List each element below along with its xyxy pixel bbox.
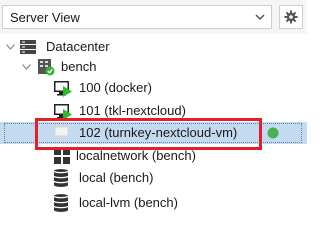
tag-dot-icon: [267, 127, 279, 139]
tree-item-storage-local-lvm[interactable]: local-lvm (bench): [0, 192, 307, 214]
tree-item-label: localnetwork (bench): [76, 148, 196, 163]
tree-item-label: 101 (tkl-nextcloud): [79, 103, 186, 118]
tree-settings-button[interactable]: [279, 5, 303, 29]
node-online-icon: [38, 59, 55, 76]
vm-running-icon: [54, 81, 72, 97]
chevron-down-icon[interactable]: [249, 6, 271, 28]
tree-item-vm-100[interactable]: 100 (docker): [0, 77, 307, 99]
expand-toggle-icon[interactable]: [22, 64, 31, 70]
tree-item-label: 100 (docker): [79, 80, 152, 95]
tree-item-label: bench: [61, 59, 97, 74]
tree-item-label: local (bench): [79, 170, 154, 185]
tree-item-label: Datacenter: [46, 39, 110, 54]
storage-icon: [53, 169, 69, 187]
tree-item-label: local-lvm (bench): [79, 195, 178, 210]
tree-item-datacenter[interactable]: Datacenter: [0, 36, 307, 58]
storage-icon: [53, 194, 69, 212]
datacenter-icon: [20, 40, 36, 54]
gear-icon: [284, 10, 298, 24]
tree-item-node-bench[interactable]: bench: [0, 56, 307, 78]
resource-tree-toolbar: Server View: [0, 0, 307, 34]
view-selector-value: Server View: [10, 10, 80, 25]
expand-toggle-icon[interactable]: [6, 44, 15, 50]
tree-item-storage-local[interactable]: local (bench): [0, 167, 307, 189]
highlight-annotation-box: [35, 118, 262, 150]
view-selector[interactable]: Server View: [2, 5, 272, 29]
